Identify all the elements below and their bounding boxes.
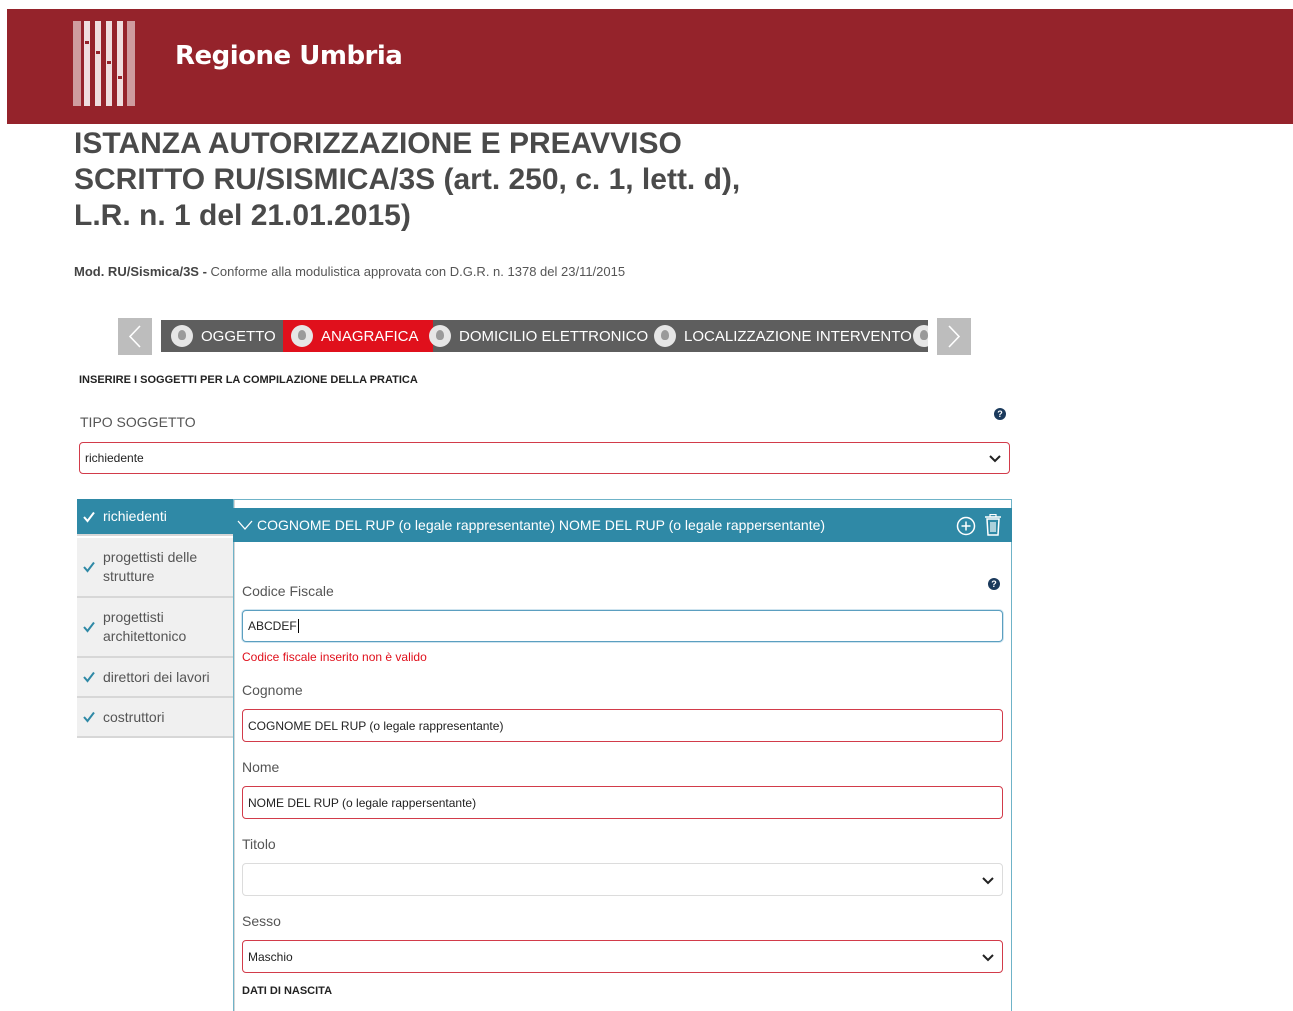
help-icon[interactable]: ? bbox=[988, 578, 1000, 590]
soggetti-sidebar: richiedenti progettisti delle strutture … bbox=[77, 499, 235, 1011]
titolo-select[interactable] bbox=[242, 863, 1003, 896]
step-icon bbox=[171, 325, 193, 347]
step-label: LOCALIZZAZIONE INTERVENTO bbox=[684, 327, 912, 345]
steps-prev-button[interactable] bbox=[118, 318, 152, 355]
cognome-input[interactable]: COGNOME DEL RUP (o legale rappresentante… bbox=[242, 709, 1003, 742]
nome-value: NOME DEL RUP (o legale rappersentante) bbox=[248, 795, 477, 810]
titolo-label: Titolo bbox=[242, 836, 276, 852]
step-icon bbox=[291, 325, 313, 347]
codice-fiscale-label: Codice Fiscale bbox=[242, 583, 334, 599]
text-caret bbox=[297, 619, 299, 633]
sidebar-item-costruttori[interactable]: costruttori bbox=[77, 698, 234, 738]
step-label: OGGETTO bbox=[201, 327, 276, 345]
sidebar-item-progettisti-strutture[interactable]: progettisti delle strutture bbox=[77, 538, 234, 598]
steps-bar: OGGETTO ANAGRAFICA DOMICILIO ELETTRONICO… bbox=[161, 320, 928, 352]
check-icon bbox=[83, 511, 95, 523]
step-domicilio-elettronico[interactable]: DOMICILIO ELETTRONICO bbox=[429, 320, 648, 352]
check-icon bbox=[83, 711, 95, 723]
step-next-partial[interactable] bbox=[913, 320, 928, 352]
cognome-value: COGNOME DEL RUP (o legale rappresentante… bbox=[248, 718, 504, 733]
chevron-right-icon bbox=[948, 325, 961, 348]
sidebar-item-label: costruttori bbox=[103, 708, 165, 725]
step-oggetto[interactable]: OGGETTO bbox=[171, 320, 276, 352]
check-icon bbox=[83, 671, 95, 683]
help-icon[interactable]: ? bbox=[994, 408, 1006, 420]
chevron-down-icon bbox=[982, 876, 994, 884]
step-label: DOMICILIO ELETTRONICO bbox=[459, 327, 649, 345]
tipo-soggetto-select[interactable]: richiedente bbox=[79, 442, 1010, 474]
codice-fiscale-error: Codice fiscale inserito non è valido bbox=[242, 650, 427, 664]
subtitle-model: Mod. RU/Sismica/3S - bbox=[74, 264, 207, 279]
section-heading: INSERIRE I SOGGETTI PER LA COMPILAZIONE … bbox=[79, 374, 418, 386]
pencil-icon bbox=[429, 325, 451, 347]
check-icon bbox=[83, 621, 95, 633]
brand-name: Regione Umbria bbox=[175, 41, 403, 71]
step-localizzazione-intervento[interactable]: LOCALIZZAZIONE INTERVENTO bbox=[654, 320, 912, 352]
cognome-label: Cognome bbox=[242, 682, 303, 698]
sidebar-item-progettisti-architettonico[interactable]: progettisti architettonico bbox=[77, 598, 234, 658]
sidebar-item-label: richiedenti bbox=[103, 508, 167, 524]
sidebar-item-label: progettisti architettonico bbox=[103, 609, 187, 644]
sidebar-item-direttori-lavori[interactable]: direttori dei lavori bbox=[77, 658, 234, 698]
codice-fiscale-input[interactable]: ABCDEF bbox=[242, 610, 1003, 642]
steps-next-button[interactable] bbox=[937, 318, 971, 355]
sesso-label: Sesso bbox=[242, 913, 281, 929]
add-circle-icon[interactable] bbox=[956, 516, 976, 536]
chevron-down-icon bbox=[982, 953, 994, 961]
trash-icon[interactable] bbox=[984, 514, 1002, 536]
soggetto-panel bbox=[233, 499, 1012, 1011]
nome-input[interactable]: NOME DEL RUP (o legale rappersentante) bbox=[242, 786, 1003, 819]
regione-umbria-logo bbox=[73, 21, 135, 106]
step-anagrafica[interactable]: ANAGRAFICA bbox=[283, 320, 433, 352]
codice-fiscale-value: ABCDEF bbox=[248, 619, 297, 633]
sesso-select[interactable]: Maschio bbox=[242, 940, 1003, 973]
site-header: Regione Umbria bbox=[7, 9, 1293, 124]
step-icon bbox=[654, 325, 676, 347]
soggetto-panel-title: COGNOME DEL RUP (o legale rappresentante… bbox=[257, 517, 826, 533]
subtitle-text: Conforme alla modulistica approvata con … bbox=[206, 264, 626, 279]
page-title: ISTANZA AUTORIZZAZIONE E PREAVVISO SCRIT… bbox=[74, 127, 741, 232]
tipo-soggetto-value: richiedente bbox=[85, 451, 144, 465]
chevron-down-icon bbox=[237, 520, 253, 530]
chevron-down-icon bbox=[989, 455, 1001, 463]
sidebar-item-label: progettisti delle strutture bbox=[103, 549, 198, 584]
step-label: ANAGRAFICA bbox=[321, 327, 419, 345]
sidebar-item-label: direttori dei lavori bbox=[103, 668, 210, 685]
chevron-left-icon bbox=[128, 325, 141, 348]
check-icon bbox=[83, 561, 95, 573]
nome-label: Nome bbox=[242, 759, 280, 775]
sidebar-item-richiedenti[interactable]: richiedenti bbox=[77, 499, 234, 536]
step-icon bbox=[913, 325, 928, 347]
page-subtitle: Mod. RU/Sismica/3S - Conforme alla modul… bbox=[74, 264, 625, 279]
dati-nascita-heading: DATI DI NASCITA bbox=[242, 985, 333, 997]
soggetto-panel-header[interactable]: COGNOME DEL RUP (o legale rappresentante… bbox=[233, 508, 1012, 542]
sesso-value: Maschio bbox=[248, 949, 293, 964]
tipo-soggetto-label: TIPO SOGGETTO bbox=[80, 414, 196, 430]
